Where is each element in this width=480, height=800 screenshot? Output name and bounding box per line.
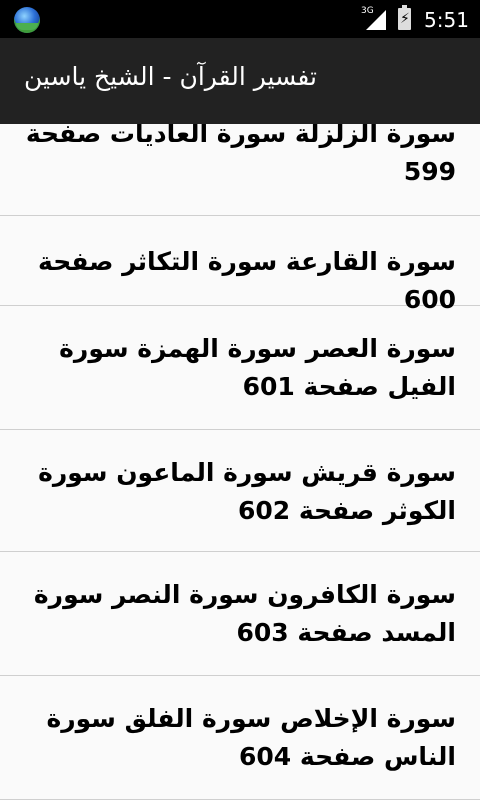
signal-strength-icon xyxy=(366,10,386,30)
list-item[interactable]: سورة الكافرون سورة النصر سورة المسد صفحة… xyxy=(0,552,480,676)
list-item[interactable]: سورة قريش سورة الماعون سورة الكوثر صفحة … xyxy=(0,430,480,552)
battery-charging-icon: ⚡ xyxy=(398,5,411,30)
list-item-label: سورة الكافرون سورة النصر سورة المسد صفحة… xyxy=(33,580,456,647)
app-notification-icon xyxy=(14,7,40,33)
list-item[interactable]: سورة الزلزلة سورة العاديات صفحة 599 xyxy=(0,124,480,216)
list-item-label: سورة الإخلاص سورة الفلق سورة الناس صفحة … xyxy=(46,704,456,771)
app-title: تفسير القرآن - الشيخ ياسين xyxy=(24,62,318,91)
action-bar: تفسير القرآن - الشيخ ياسين xyxy=(0,38,480,124)
status-bar: 3G ⚡ 5:51 xyxy=(0,0,480,38)
list-item[interactable]: سورة الإخلاص سورة الفلق سورة الناس صفحة … xyxy=(0,676,480,800)
list-item[interactable]: سورة القارعة سورة التكاثر صفحة 600 xyxy=(0,216,480,314)
list-item-label: سورة قريش سورة الماعون سورة الكوثر صفحة … xyxy=(38,458,456,525)
list-item-label: سورة الزلزلة سورة العاديات صفحة 599 xyxy=(25,124,456,186)
surah-list[interactable]: سورة الزلزلة سورة العاديات صفحة 599 سورة… xyxy=(0,124,480,800)
list-item[interactable]: سورة العصر سورة الهمزة سورة الفيل صفحة 6… xyxy=(0,306,480,430)
status-clock: 5:51 xyxy=(424,8,469,32)
list-item-label: سورة العصر سورة الهمزة سورة الفيل صفحة 6… xyxy=(59,334,456,401)
